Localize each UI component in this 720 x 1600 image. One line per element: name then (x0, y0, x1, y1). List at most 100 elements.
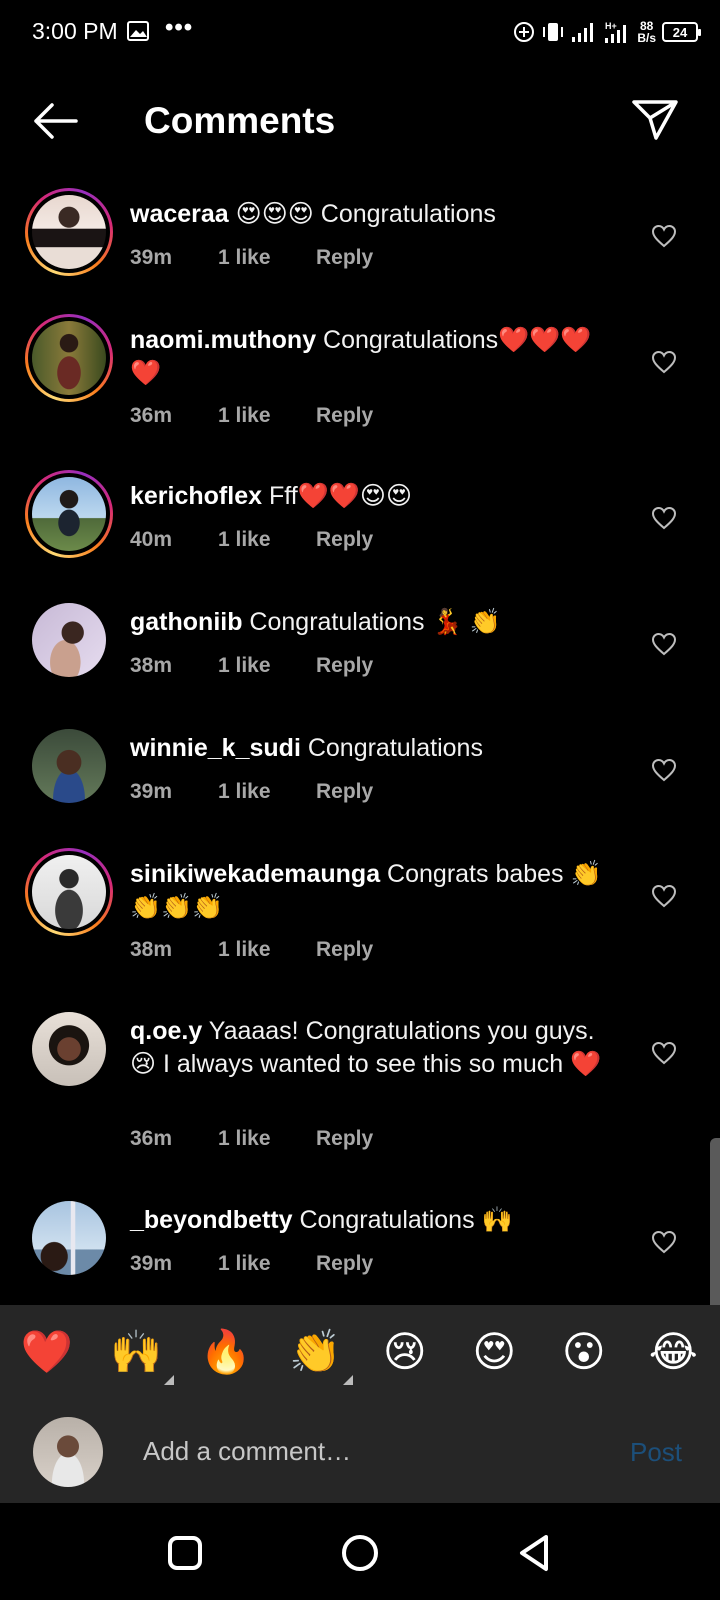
reply-button[interactable]: Reply (316, 938, 373, 962)
comment-likes[interactable]: 1 like (218, 246, 316, 270)
vibrate-icon (543, 23, 564, 41)
battery-icon: 24 (662, 22, 701, 42)
comment-time: 36m (130, 404, 173, 427)
back-arrow-icon[interactable] (30, 98, 80, 144)
gallery-notification-icon (127, 21, 149, 41)
comment-username[interactable]: _beyondbetty (130, 1206, 293, 1234)
comment-text: naomi.muthony Congratulations❤️❤️❤️❤️ (130, 324, 620, 390)
comment-list[interactable]: waceraa 😍😍😍 Congratulations 39m 1 like Rep… (0, 180, 720, 1305)
comment-username[interactable]: waceraa (130, 200, 229, 228)
current-user-avatar (33, 1417, 103, 1487)
reply-button[interactable]: Reply (316, 528, 373, 552)
home-icon[interactable] (338, 1531, 382, 1575)
emoji-heart-eyes[interactable]: 😍 (462, 1327, 526, 1377)
comment-username[interactable]: naomi.muthony (130, 326, 316, 354)
avatar[interactable] (25, 470, 113, 558)
comment-likes[interactable]: 1 like (218, 1127, 316, 1151)
comment-likes[interactable]: 1 like (218, 1252, 316, 1276)
reply-button[interactable]: Reply (316, 1252, 373, 1276)
avatar[interactable] (25, 1194, 113, 1282)
emoji-heart[interactable]: ❤️ (15, 1327, 79, 1377)
emoji-clapping[interactable]: 👏 (283, 1327, 354, 1385)
comment-username[interactable]: q.oe.y (130, 1017, 202, 1045)
emoji-crying[interactable]: 😢 (373, 1327, 437, 1377)
comment-message: Congratulations 💃 👏 (242, 608, 501, 636)
comment-likes[interactable]: 1 like (218, 938, 316, 962)
emoji-reaction-bar: ❤️ 🙌 🔥 👏 😢 😍 😮 😂 (0, 1305, 720, 1399)
skin-tone-indicator-icon (164, 1375, 175, 1385)
reply-button[interactable]: Reply (316, 404, 373, 428)
comment-likes[interactable]: 1 like (218, 780, 316, 804)
back-triangle-icon[interactable] (514, 1531, 558, 1575)
page-title: Comments (144, 100, 336, 141)
comment-meta: 38m 1 like Reply (130, 654, 373, 678)
reply-button[interactable]: Reply (316, 780, 373, 804)
avatar[interactable] (25, 848, 113, 936)
signal-icon (572, 23, 594, 42)
comment-time: 39m (130, 1252, 173, 1275)
system-navigation-bar (0, 1503, 720, 1600)
svg-text:H+: H+ (605, 21, 617, 31)
comment-likes[interactable]: 1 like (218, 404, 316, 428)
comment-message: 😍😍😍 Congratulations (228, 200, 496, 228)
avatar[interactable] (25, 1005, 113, 1093)
emoji-raising-hands-glyph: 🙌 (110, 1328, 163, 1375)
comment-meta: 39m 1 like Reply (130, 780, 373, 804)
emoji-raising-hands[interactable]: 🙌 (104, 1327, 175, 1385)
status-bar: 3:00 PM ••• H+ 88 B/s 24 (0, 0, 720, 64)
comment-meta: 39m 1 like Reply (130, 1252, 373, 1276)
emoji-fire[interactable]: 🔥 (194, 1327, 258, 1377)
data-saver-icon (514, 22, 535, 42)
heart-icon[interactable] (651, 1041, 677, 1065)
reply-button[interactable]: Reply (316, 1127, 373, 1151)
comment-text: kerichoflex Fff❤️❤️😍😍 (130, 480, 620, 513)
comment-text: _beyondbetty Congratulations 🙌 (130, 1204, 620, 1237)
emoji-clapping-glyph: 👏 (289, 1328, 342, 1375)
heart-icon[interactable] (651, 506, 677, 530)
avatar[interactable] (25, 722, 113, 810)
comment-username[interactable]: winnie_k_sudi (130, 734, 301, 762)
comment-text: winnie_k_sudi Congratulations (130, 732, 620, 765)
reply-button[interactable]: Reply (316, 654, 373, 678)
emoji-laughing[interactable]: 😂 (641, 1327, 705, 1377)
heart-icon[interactable] (651, 884, 677, 908)
comment-meta: 38m 1 like Reply (130, 938, 373, 962)
heart-icon[interactable] (651, 758, 677, 782)
recent-apps-icon[interactable] (163, 1531, 207, 1575)
skin-tone-indicator-icon (343, 1375, 354, 1385)
heart-icon[interactable] (651, 350, 677, 374)
comment-likes[interactable]: 1 like (218, 528, 316, 552)
more-notifications-icon: ••• (165, 14, 194, 41)
send-icon[interactable] (630, 96, 680, 142)
comments-header: Comments (0, 80, 720, 160)
comment-message: Congratulations (300, 734, 483, 762)
emoji-surprised[interactable]: 😮 (552, 1327, 616, 1377)
comment-message: Congratulations 🙌 (292, 1206, 513, 1234)
heart-icon[interactable] (651, 224, 677, 248)
network-speed-unit: B/s (637, 31, 656, 45)
comment-text: waceraa 😍😍😍 Congratulations (130, 198, 620, 231)
comment-username[interactable]: sinikiwekademaunga (130, 860, 380, 888)
comment-username[interactable]: kerichoflex (130, 482, 262, 510)
comment-composer: Post (0, 1399, 720, 1503)
post-button[interactable]: Post (630, 1437, 682, 1468)
comment-time: 39m (130, 780, 173, 803)
heart-icon[interactable] (651, 1230, 677, 1254)
comment-meta: 39m 1 like Reply (130, 246, 373, 270)
comment-meta: 36m 1 like Reply (130, 1127, 373, 1151)
comment-time: 38m (130, 938, 173, 961)
avatar[interactable] (25, 188, 113, 276)
comment-text: sinikiwekademaunga Congrats babes 👏👏👏👏 (130, 858, 620, 924)
avatar[interactable] (25, 596, 113, 684)
reply-button[interactable]: Reply (316, 246, 373, 270)
comment-time: 38m (130, 654, 173, 677)
comment-time: 36m (130, 1127, 173, 1150)
comment-username[interactable]: gathoniib (130, 608, 242, 636)
comment-input[interactable] (143, 1429, 583, 1473)
comment-likes[interactable]: 1 like (218, 654, 316, 678)
battery-level: 24 (672, 24, 688, 40)
comment-meta: 40m 1 like Reply (130, 528, 373, 552)
scrollbar[interactable] (710, 1138, 720, 1324)
heart-icon[interactable] (651, 632, 677, 656)
avatar[interactable] (25, 314, 113, 402)
